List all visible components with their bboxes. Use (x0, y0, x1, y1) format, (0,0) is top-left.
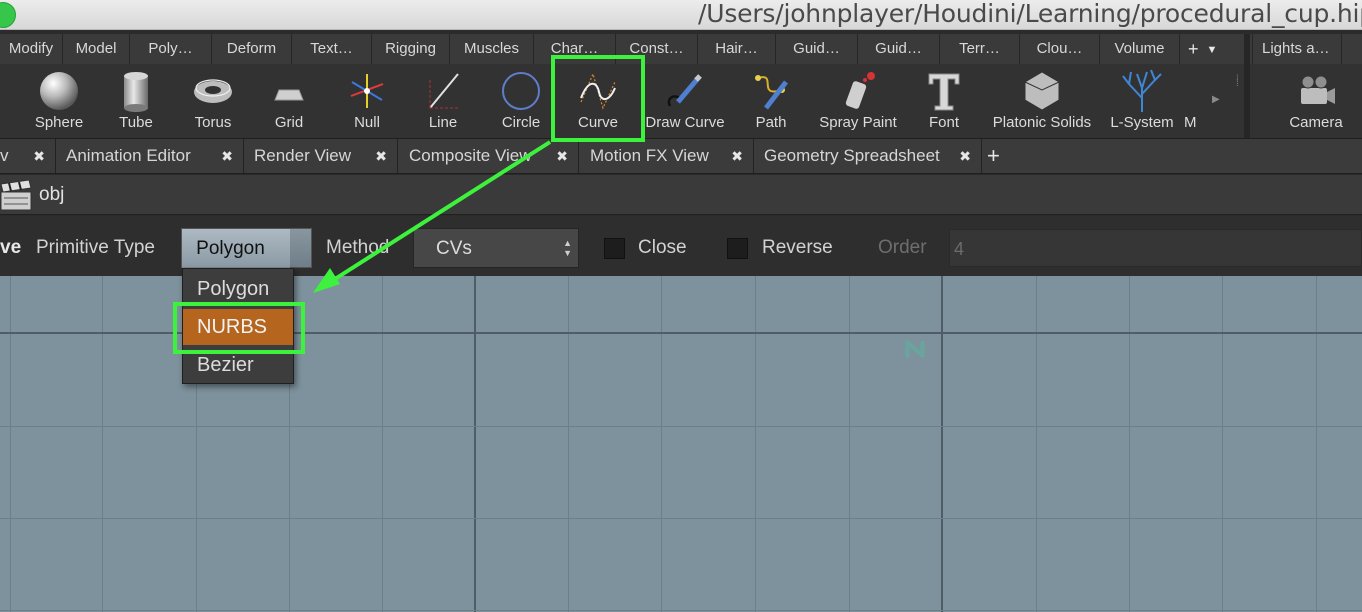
shelf-tool-torus[interactable]: Torus (176, 64, 250, 138)
shelf-tab-clouds[interactable]: Clou… (1020, 34, 1100, 64)
shelf-tab-guide-brushes[interactable]: Guid… (858, 34, 940, 64)
shelf-scroll-right-icon[interactable]: ▶ (1212, 94, 1220, 105)
close-checkbox[interactable] (604, 238, 625, 259)
shelf-tab-modify[interactable]: Modify (0, 34, 63, 64)
reverse-label: Reverse (762, 237, 833, 258)
sphere-icon (40, 72, 78, 110)
shelf-tool-l-system[interactable]: L-System (1104, 64, 1180, 138)
shelf-tab-terrain[interactable]: Terr… (940, 34, 1020, 64)
node-name-label: ve (0, 237, 22, 258)
shelf-tab-guide-process[interactable]: Guid… (776, 34, 858, 64)
pane-tab-animation-editor[interactable]: Animation Editor ✖ (58, 139, 244, 173)
add-pane-tab-button[interactable]: + (987, 139, 1000, 173)
tube-icon (124, 72, 148, 112)
shelf-tab-rigging[interactable]: Rigging (372, 34, 450, 64)
shelf-tab-lights[interactable]: Lights a… (1252, 34, 1342, 64)
shelf-tool-camera[interactable]: Camera (1276, 64, 1356, 138)
shelf-tool-platonic-solids[interactable]: Platonic Solids (986, 64, 1098, 138)
network-path[interactable]: obj (39, 175, 64, 215)
platonic-solids-icon (1024, 71, 1060, 111)
nurbs-option-highlight (173, 302, 305, 354)
close-label: Close (638, 237, 687, 258)
window-title: /Users/johnplayer/Houdini/Learning/proce… (698, 0, 1362, 28)
order-field[interactable]: 4 (949, 229, 1362, 267)
close-icon[interactable]: ✖ (33, 139, 45, 173)
shelf-tab-texture[interactable]: Text… (292, 34, 372, 64)
shelf-tool-font[interactable]: Font (910, 64, 978, 138)
primitive-type-menu[interactable]: Polygon (181, 228, 312, 269)
clapperboard-icon[interactable] (0, 180, 32, 212)
pane-tab-geometry-spreadsheet[interactable]: Geometry Spreadsheet ✖ (756, 139, 982, 173)
curve-tool-highlight (551, 55, 645, 142)
shelf-tab-poly[interactable]: Poly… (130, 34, 212, 64)
add-shelf-button[interactable]: + ▼ (1180, 34, 1232, 64)
shelf-tool-more[interactable]: M (1184, 64, 1208, 138)
shelf-tool-path[interactable]: Path (736, 64, 806, 138)
updown-arrows-icon: ▲ ▼ (563, 238, 572, 258)
close-icon[interactable]: ✖ (731, 139, 743, 173)
shelf-tab-deform[interactable]: Deform (212, 34, 292, 64)
close-icon[interactable]: ✖ (959, 139, 971, 173)
pane-tab-motion-fx-view[interactable]: Motion FX View ✖ (582, 139, 754, 173)
order-label: Order (878, 237, 927, 258)
font-icon (928, 73, 960, 111)
title-bar: /Users/johnplayer/Houdini/Learning/proce… (0, 0, 1362, 30)
close-icon[interactable]: ✖ (556, 139, 568, 173)
pane-tab-render-view[interactable]: Render View ✖ (246, 139, 398, 173)
primitive-type-label: Primitive Type (36, 237, 155, 258)
torus-icon (194, 79, 232, 103)
pane-tab-viewport[interactable]: v ✖ (0, 139, 56, 173)
shelf-tab-model[interactable]: Model (63, 34, 130, 64)
shelf-tool-draw-curve[interactable]: Draw Curve (644, 64, 726, 138)
spray-paint-icon (845, 72, 875, 109)
reverse-checkbox[interactable] (727, 238, 748, 259)
grip-handle-icon[interactable]: ⁞ ⁞ (1236, 75, 1242, 94)
camera-icon (1301, 75, 1335, 104)
method-label: Method (326, 237, 390, 258)
shelf-tool-tube[interactable]: Tube (100, 64, 172, 138)
window-zoom-button[interactable] (0, 2, 16, 28)
shelf-tool-sphere[interactable]: Sphere (20, 64, 98, 138)
shelf-tab-hair[interactable]: Hair… (698, 34, 776, 64)
shelf-tool-circle[interactable]: Circle (486, 64, 556, 138)
close-icon[interactable]: ✖ (375, 139, 387, 173)
shelf-tab-muscles[interactable]: Muscles (450, 34, 534, 64)
z-axis-label: Z (898, 339, 929, 359)
shelf-tool-spray-paint[interactable]: Spray Paint (814, 64, 902, 138)
shelf-tab-volume[interactable]: Volume (1100, 34, 1180, 64)
pane-tab-composite-view[interactable]: Composite View ✖ (401, 139, 579, 173)
l-system-icon (1122, 69, 1162, 112)
circle-icon (502, 72, 540, 110)
shelf-tool-grid[interactable]: Grid (254, 64, 324, 138)
shelf-divider[interactable] (1244, 34, 1250, 138)
line-icon (429, 73, 459, 109)
path-icon (755, 75, 788, 110)
shelf-tool-null[interactable]: Null (332, 64, 402, 138)
shelf-tool-line[interactable]: Line (408, 64, 478, 138)
method-select[interactable]: CVs ▲ ▼ (413, 228, 579, 268)
close-icon[interactable]: ✖ (221, 139, 233, 173)
chevron-down-icon[interactable]: ▼ (1207, 44, 1218, 56)
grid-icon (274, 89, 304, 101)
draw-curve-icon (667, 74, 702, 107)
shelf-tab-bar: Modify Model Poly… Deform Text… Rigging … (0, 34, 1362, 64)
null-icon (350, 74, 384, 108)
path-bar (0, 175, 1362, 215)
